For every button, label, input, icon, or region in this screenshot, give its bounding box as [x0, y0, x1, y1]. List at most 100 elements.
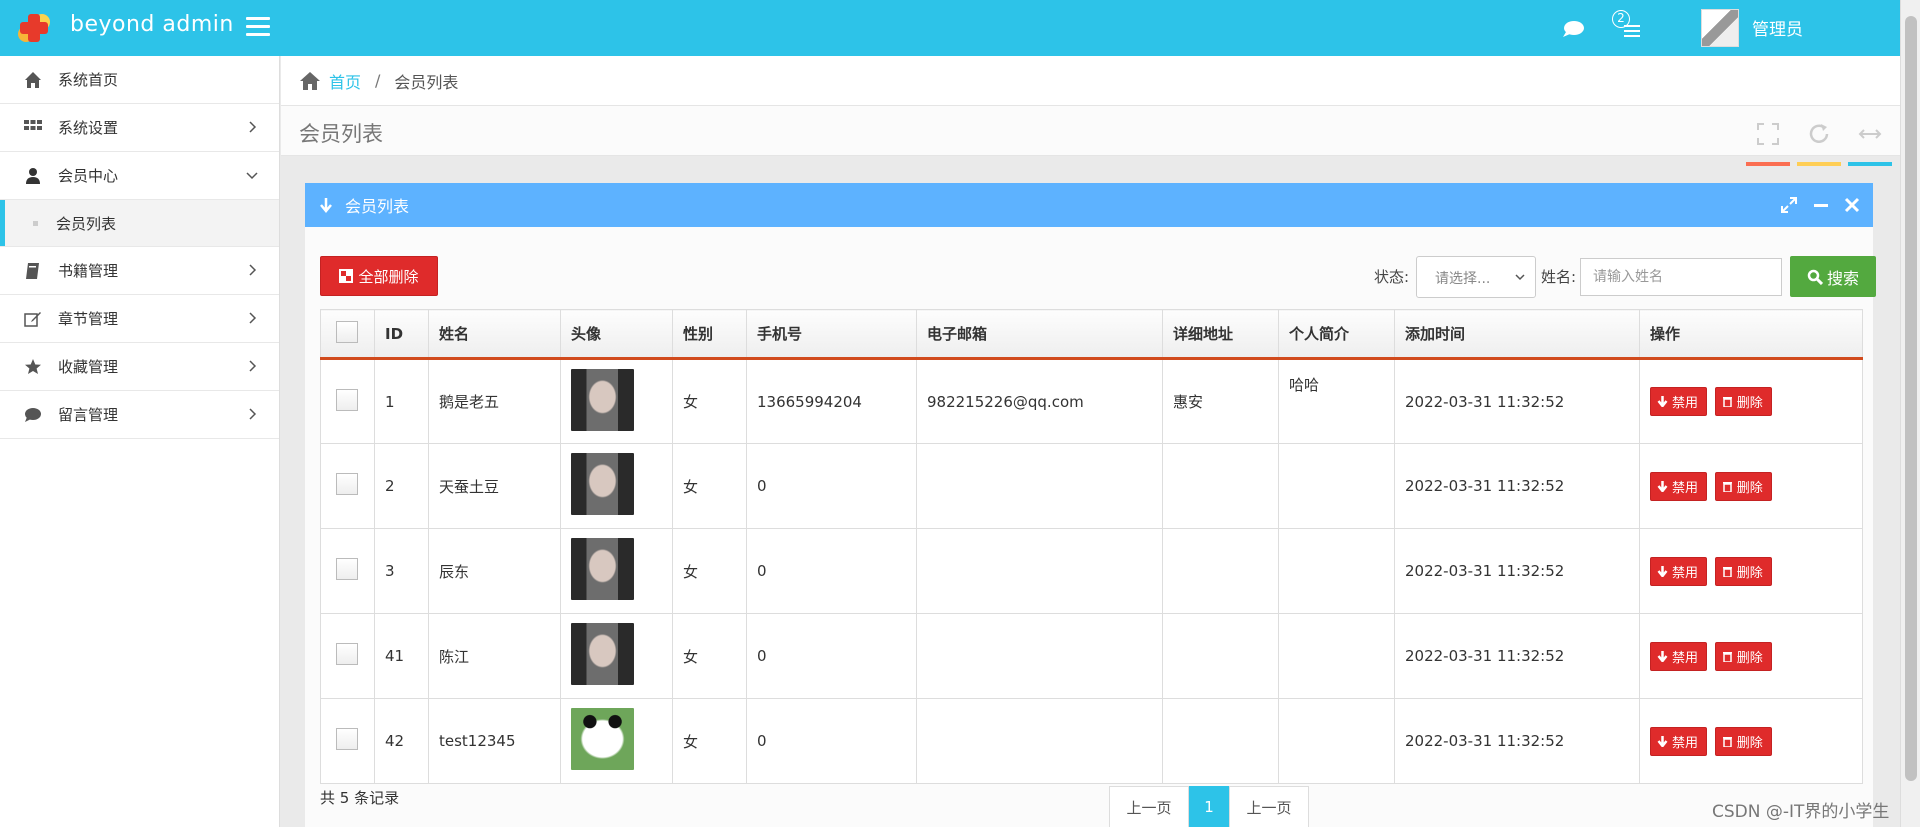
name-search-input[interactable]	[1580, 258, 1782, 296]
maximize-icon[interactable]	[1780, 196, 1798, 214]
arrows-horizontal-icon	[1858, 129, 1882, 139]
search-label: 搜索	[1826, 268, 1859, 288]
cell-email	[916, 698, 1163, 784]
close-icon[interactable]	[1843, 196, 1861, 214]
sidebar-item-member-list[interactable]: 会员列表	[0, 200, 279, 247]
comment-icon	[25, 407, 41, 422]
cell-phone: 0	[746, 528, 917, 614]
column-header: 电子邮箱	[916, 309, 1163, 360]
fullscreen-button[interactable]	[1746, 118, 1790, 166]
cell-intro	[1278, 443, 1395, 529]
chevron-right-icon	[249, 312, 257, 324]
sidebar-item-member-center[interactable]: 会员中心	[0, 152, 279, 200]
table-row: 3 辰东 女 0 2022-03-31 11:32:52 禁用 删除	[320, 528, 1863, 614]
cell-name: 鹅是老五	[428, 358, 561, 444]
cell-name: test12345	[428, 698, 561, 784]
user-avatar[interactable]	[1701, 9, 1739, 47]
prev-page-button[interactable]: 上一页	[1109, 786, 1189, 827]
member-avatar	[571, 623, 634, 685]
member-avatar	[571, 453, 634, 515]
scrollbar-thumb[interactable]	[1905, 16, 1917, 781]
width-toggle-button[interactable]	[1848, 118, 1892, 166]
delete-label: 删除	[1736, 480, 1763, 496]
row-checkbox[interactable]	[336, 558, 358, 580]
row-select-cell	[320, 528, 375, 614]
cell-avatar	[560, 443, 673, 529]
cell-gender: 女	[672, 358, 747, 444]
delete-button[interactable]: 删除	[1714, 556, 1772, 586]
trash-icon	[1722, 651, 1732, 662]
breadcrumb-current: 会员列表	[394, 72, 459, 92]
row-checkbox[interactable]	[336, 643, 358, 665]
disable-button[interactable]: 禁用	[1650, 641, 1708, 671]
disable-button[interactable]: 禁用	[1650, 471, 1708, 501]
sidebar-item-label: 系统首页	[58, 71, 119, 89]
sidebar-item-chapters[interactable]: 章节管理	[0, 295, 279, 343]
user-name[interactable]: 管理员	[1752, 15, 1803, 40]
disable-button[interactable]: 禁用	[1650, 387, 1708, 416]
star-icon	[25, 358, 41, 374]
minimize-icon[interactable]	[1812, 196, 1830, 214]
page-scrollbar[interactable]	[1900, 0, 1920, 827]
chat-icon[interactable]	[1562, 20, 1584, 38]
delete-button[interactable]: 删除	[1714, 726, 1772, 756]
menu-toggle-icon[interactable]	[246, 17, 270, 37]
cell-gender: 女	[672, 613, 747, 699]
row-select-cell	[320, 443, 375, 529]
tasks-icon[interactable]: 2	[1612, 10, 1640, 40]
select-all-checkbox[interactable]	[336, 320, 358, 343]
sidebar-item-home[interactable]: 系统首页	[0, 56, 279, 104]
next-page-button[interactable]: 上一页	[1229, 786, 1309, 827]
cell-time: 2022-03-31 11:32:52	[1394, 613, 1640, 699]
sidebar-item-settings[interactable]: 系统设置	[0, 104, 279, 152]
delete-button[interactable]: 删除	[1714, 387, 1772, 416]
cell-email: 982215226@qq.com	[916, 358, 1163, 444]
cell-address	[1162, 443, 1279, 529]
cell-intro	[1278, 613, 1395, 699]
cell-intro	[1278, 698, 1395, 784]
table-row: 1 鹅是老五 女 13665994204 982215226@qq.com 惠安…	[320, 358, 1863, 444]
column-header: 个人简介	[1278, 309, 1395, 360]
refresh-button[interactable]	[1797, 118, 1841, 166]
row-checkbox[interactable]	[336, 728, 358, 750]
delete-all-button[interactable]: 全部删除	[320, 256, 438, 296]
row-checkbox[interactable]	[336, 388, 358, 411]
logo-icon	[18, 14, 50, 42]
delete-button[interactable]: 删除	[1714, 471, 1772, 501]
search-button[interactable]: 搜索	[1790, 256, 1876, 297]
sidebar-item-favorites[interactable]: 收藏管理	[0, 343, 279, 391]
sidebar-item-books[interactable]: 书籍管理	[0, 247, 279, 295]
search-icon	[1807, 269, 1823, 285]
chevron-down-icon	[1515, 274, 1525, 281]
cell-gender: 女	[672, 528, 747, 614]
member-avatar	[571, 368, 634, 431]
column-header: ID	[374, 309, 429, 360]
name-label: 姓名:	[1541, 268, 1577, 286]
disable-button[interactable]: 禁用	[1650, 726, 1708, 756]
disable-button[interactable]: 禁用	[1650, 556, 1708, 586]
table-row: 2 天蚕土豆 女 0 2022-03-31 11:32:52 禁用 删除	[320, 443, 1863, 529]
status-select[interactable]: 请选择...	[1416, 256, 1536, 298]
member-list-widget: 会员列表 全部删除 状态: 请选择... 姓名: 搜索 ID 姓名 头像	[305, 183, 1876, 827]
cell-actions: 禁用 删除	[1639, 613, 1863, 699]
arrow-down-icon	[1657, 650, 1668, 662]
cell-intro	[1278, 528, 1395, 614]
cell-id: 2	[374, 443, 429, 529]
delete-button[interactable]: 删除	[1714, 641, 1772, 671]
page-number-button[interactable]: 1	[1189, 786, 1229, 827]
disable-label: 禁用	[1672, 565, 1699, 581]
row-checkbox[interactable]	[336, 473, 358, 495]
sidebar-item-messages[interactable]: 留言管理	[0, 391, 279, 439]
breadcrumb-home-link[interactable]: 首页	[329, 69, 361, 93]
cell-time: 2022-03-31 11:32:52	[1394, 698, 1640, 784]
sidebar-item-label: 系统设置	[58, 119, 119, 137]
column-header: 姓名	[428, 309, 561, 360]
sidebar-item-label: 书籍管理	[58, 262, 119, 280]
column-header: 详细地址	[1162, 309, 1279, 360]
breadcrumb: 首页 / 会员列表	[281, 56, 1900, 106]
sidebar: 系统首页 系统设置 会员中心 会员列表 书籍管理 章节管理 收藏管理 留言管理	[0, 56, 280, 827]
cell-id: 41	[374, 613, 429, 699]
cell-gender: 女	[672, 443, 747, 529]
delete-all-label: 全部删除	[358, 267, 419, 286]
cell-avatar	[560, 698, 673, 784]
